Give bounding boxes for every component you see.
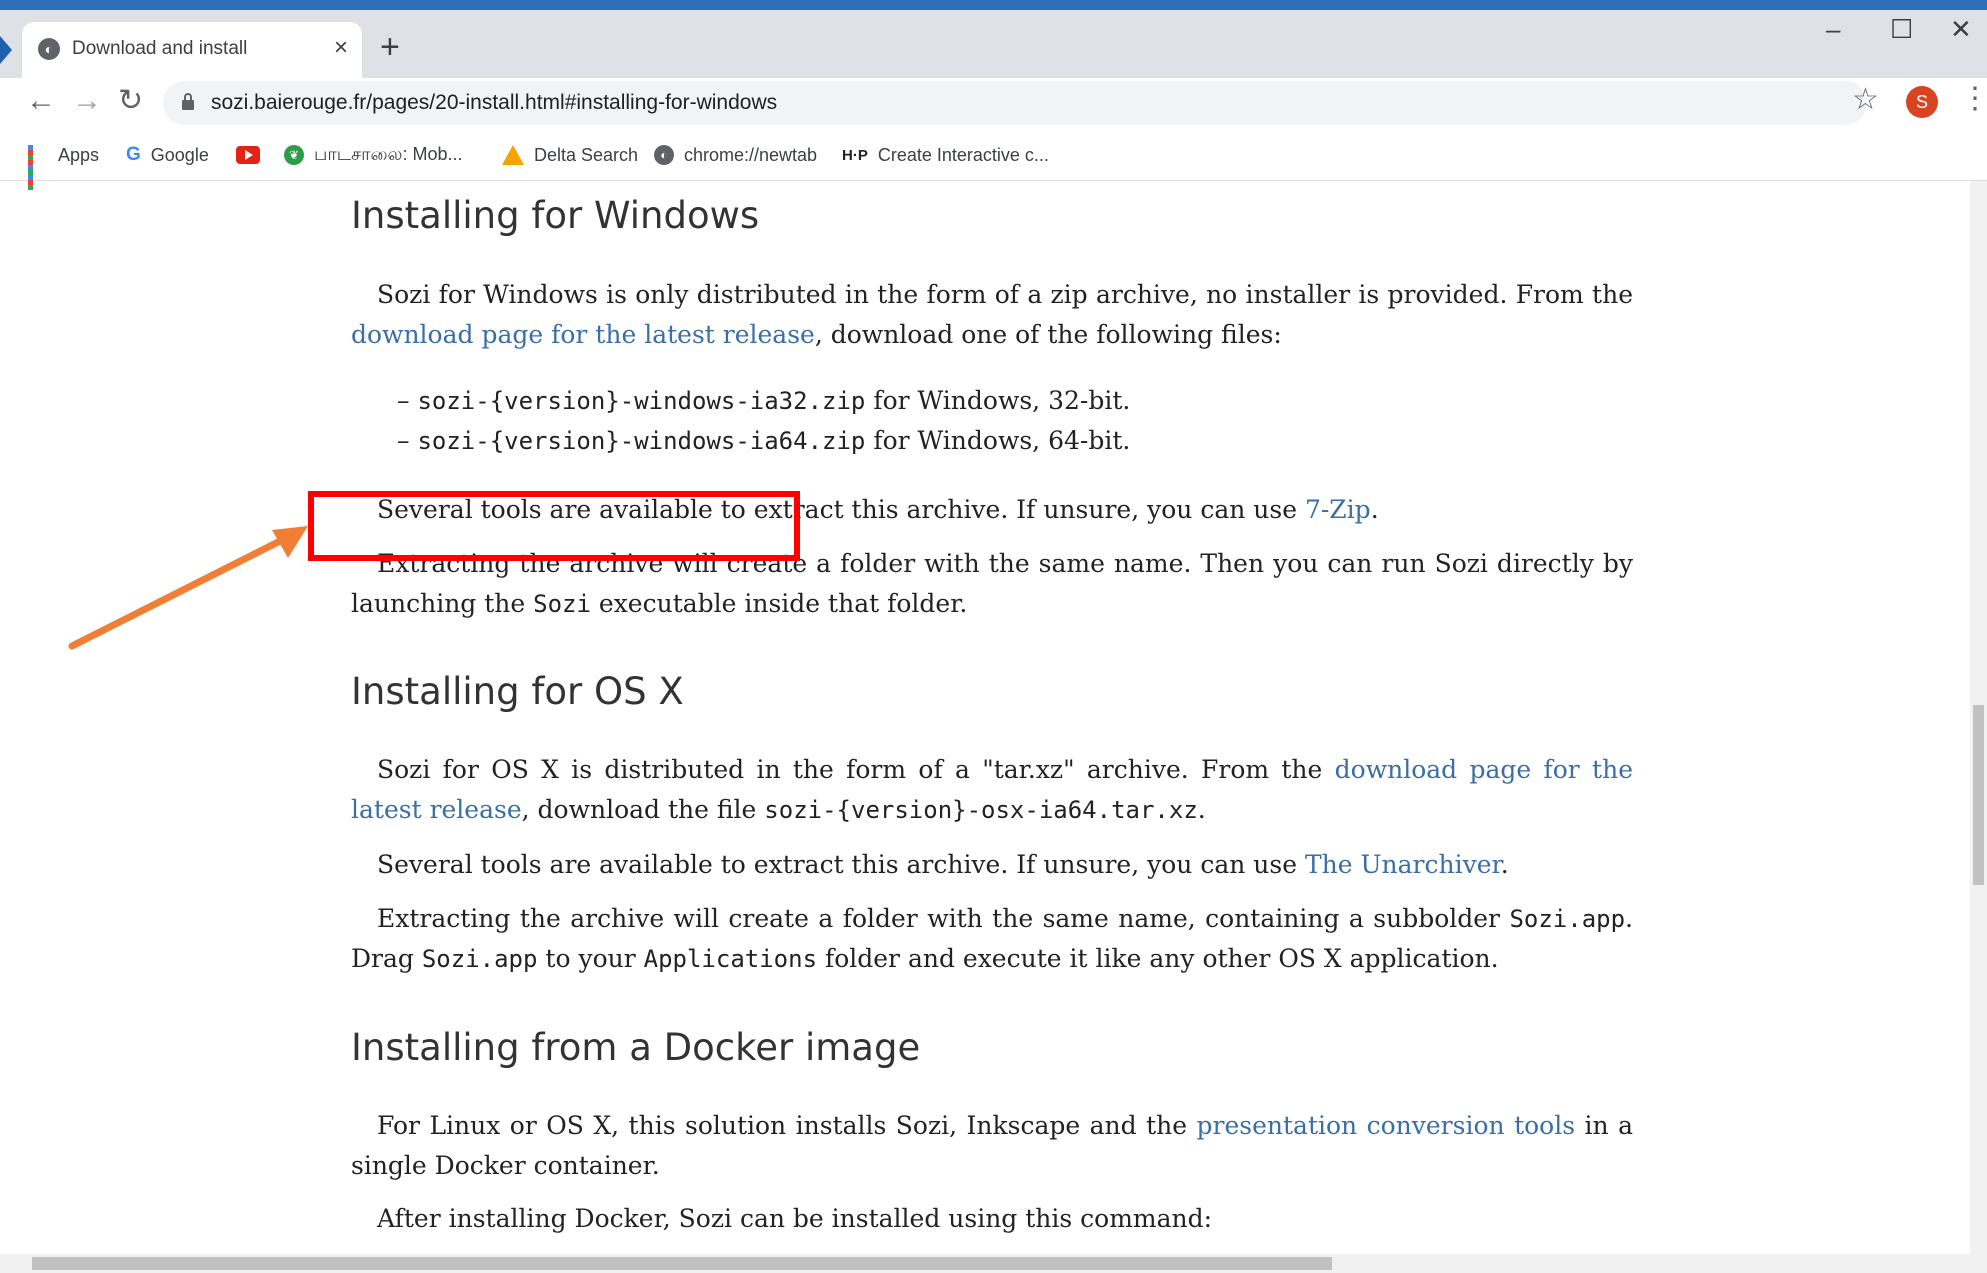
docker-paragraph-1: For Linux or OS X, this solution install… — [351, 1106, 1633, 1186]
more-menu-icon[interactable]: ⋮ — [1960, 84, 1987, 114]
bookmark-label: பாடசாலை: Mob... — [314, 143, 463, 164]
h5p-icon: H·P — [842, 146, 868, 164]
horizontal-scroll-thumb[interactable] — [32, 1257, 1332, 1270]
code: Applications — [643, 945, 818, 973]
text: . — [1197, 795, 1206, 824]
globe-icon: ◐ — [38, 38, 60, 60]
delta-icon — [502, 145, 524, 165]
osx-paragraph-1: Sozi for OS X is distributed in the form… — [351, 750, 1633, 830]
bookmark-label: Google — [150, 144, 209, 165]
code: Sozi.app — [1509, 905, 1626, 933]
bookmark-padasalai[interactable]: ❦ பாடசாலை: Mob... — [284, 142, 463, 168]
osx-paragraph-2: Several tools are available to extract t… — [351, 845, 1633, 885]
star-icon[interactable]: ☆ — [1852, 82, 1879, 117]
7zip-link[interactable]: 7-Zip — [1305, 495, 1371, 524]
lock-icon — [182, 93, 194, 110]
url-text: sozi.baierouge.fr/pages/20-install.html#… — [211, 91, 778, 114]
osx-paragraph-3: Extracting the archive will create a fol… — [351, 899, 1633, 979]
text: , download the file — [521, 795, 765, 824]
download-page-link[interactable]: download page for the latest release — [351, 320, 815, 349]
text: for Windows, 32-bit. — [865, 386, 1131, 415]
title-accent-line — [0, 0, 1987, 10]
code: Sozi.app — [421, 945, 538, 973]
code: Sozi — [533, 590, 591, 618]
bookmark-label: chrome://newtab — [684, 144, 818, 165]
bookmark-google[interactable]: G Google — [126, 142, 209, 168]
address-bar[interactable]: sozi.baierouge.fr/pages/20-install.html#… — [163, 81, 1867, 125]
vertical-scrollbar[interactable] — [1970, 181, 1987, 1254]
vertical-scroll-thumb[interactable] — [1973, 705, 1984, 885]
minimize-icon[interactable]: – — [1826, 14, 1840, 45]
leaf-icon: ❦ — [284, 145, 304, 165]
avatar[interactable]: S — [1906, 86, 1938, 118]
unarchiver-link[interactable]: The Unarchiver — [1305, 850, 1501, 879]
highlight-box — [308, 491, 800, 561]
annotation-arrow-icon — [68, 526, 308, 650]
horizontal-scrollbar[interactable] — [0, 1254, 1987, 1273]
text: . — [1370, 495, 1379, 524]
back-icon[interactable]: ← — [26, 86, 56, 116]
docker-paragraph-2: After installing Docker, Sozi can be ins… — [377, 1204, 1213, 1233]
text: Sozi for OS X is distributed in the form… — [377, 755, 1335, 784]
tab-download-and-install[interactable]: ◐ Download and install × — [22, 22, 362, 78]
bookmarks-bar: Apps G Google ❦ பாடசாலை: Mob... Delta Se… — [0, 128, 1987, 190]
youtube-icon — [236, 146, 260, 164]
bookmark-h5p[interactable]: H·P Create Interactive c... — [842, 142, 1049, 168]
text: . — [1500, 850, 1509, 879]
filename-code: sozi-{version}-windows-ia64.zip — [417, 427, 866, 455]
browser-toolbar: ← → ↻ sozi.baierouge.fr/pages/20-install… — [0, 78, 1987, 128]
text: folder and execute it like any other OS … — [817, 944, 1499, 973]
bookmark-youtube[interactable] — [236, 142, 270, 168]
reload-icon[interactable]: ↻ — [118, 86, 143, 116]
google-icon: G — [126, 144, 141, 165]
browser-titlebar: ◐ Download and install × + – ☐ ✕ ← → ↻ s… — [0, 0, 1987, 190]
new-tab-button[interactable]: + — [380, 30, 400, 64]
text: to your — [537, 944, 644, 973]
heading-installing-windows: Installing for Windows — [351, 194, 760, 237]
filename-code: sozi-{version}-windows-ia32.zip — [417, 387, 866, 415]
text: Sozi for Windows is only distributed in … — [377, 280, 1633, 309]
heading-installing-docker: Installing from a Docker image — [351, 1026, 921, 1069]
bookmark-delta-search[interactable]: Delta Search — [502, 142, 638, 168]
bookmark-apps[interactable]: Apps — [28, 142, 100, 190]
tab-title: Download and install — [72, 38, 248, 59]
list-item: – sozi-{version}-windows-ia32.zip for Wi… — [397, 386, 1131, 415]
text: Several tools are available to extract t… — [377, 850, 1305, 879]
windows-paragraph-1: Sozi for Windows is only distributed in … — [351, 275, 1633, 355]
list-item: – sozi-{version}-windows-ia64.zip for Wi… — [397, 426, 1131, 455]
globe-icon: ◐ — [654, 145, 674, 165]
bookmark-label: Create Interactive c... — [877, 144, 1049, 165]
forward-icon[interactable]: → — [72, 86, 102, 116]
bookmark-label: Delta Search — [534, 144, 639, 165]
text: for Windows, 64-bit. — [865, 426, 1131, 455]
maximize-icon[interactable]: ☐ — [1890, 14, 1913, 45]
left-edge-marker — [0, 36, 12, 64]
bookmark-label: Apps — [58, 144, 100, 165]
bookmark-newtab[interactable]: ◐ chrome://newtab — [654, 142, 817, 168]
heading-installing-osx: Installing for OS X — [351, 670, 684, 713]
window-close-icon[interactable]: ✕ — [1950, 14, 1972, 45]
page-viewport: Installing for Windows Sozi for Windows … — [0, 181, 1970, 1254]
code: sozi-{version}-osx-ia64.tar.xz — [764, 796, 1198, 824]
conversion-tools-link[interactable]: presentation conversion tools — [1197, 1111, 1576, 1140]
text: executable inside that folder. — [590, 589, 968, 618]
apps-grid-icon — [28, 145, 48, 190]
text: For Linux or OS X, this solution install… — [377, 1111, 1197, 1140]
close-icon[interactable]: × — [334, 34, 348, 62]
text: Extracting the archive will create a fol… — [377, 904, 1510, 933]
text: , download one of the following files: — [814, 320, 1282, 349]
